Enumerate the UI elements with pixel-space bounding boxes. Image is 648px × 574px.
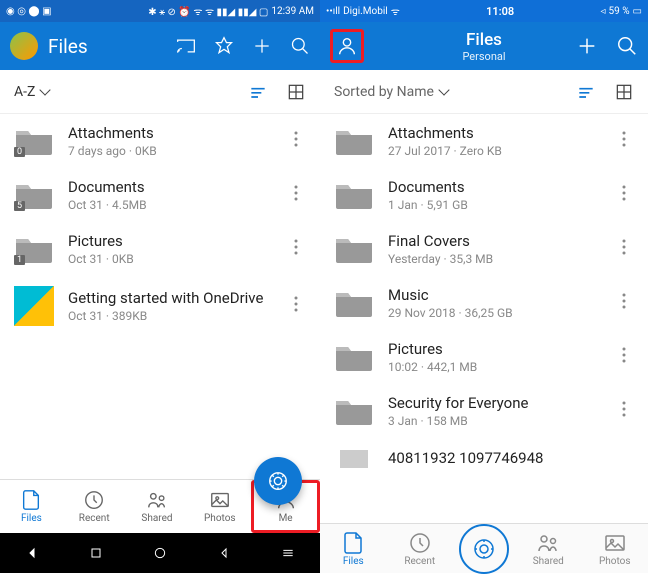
chevron-down-icon bbox=[438, 84, 449, 95]
list-item[interactable]: Pictures10:02 · 442,1 MB bbox=[320, 330, 648, 384]
tab-recent[interactable]: Recent bbox=[63, 480, 126, 533]
more-icon[interactable] bbox=[614, 185, 634, 205]
app-header: Files Personal bbox=[320, 22, 648, 70]
account-button[interactable] bbox=[330, 29, 364, 63]
more-icon[interactable] bbox=[614, 347, 634, 367]
status-bar: ◉ ◎ ⬤ ▣ ✱ ⚹ ⊘ ⏰ ᯤ ᯤ ▮▮◢ ▮▮◢ ▢ 12:39 AM bbox=[0, 0, 320, 22]
folder-icon bbox=[334, 287, 374, 319]
folder-icon: 5 bbox=[14, 179, 54, 211]
more-icon[interactable] bbox=[286, 131, 306, 151]
time: 11:08 bbox=[486, 5, 514, 18]
list-item[interactable]: Attachments27 Jul 2017 · Zero KB bbox=[320, 114, 648, 168]
nav-home-icon[interactable] bbox=[152, 545, 168, 561]
camera-button[interactable] bbox=[459, 524, 509, 574]
android-navbar bbox=[0, 533, 320, 573]
header-title: Files bbox=[462, 30, 505, 50]
file-list: Attachments27 Jul 2017 · Zero KB Documen… bbox=[320, 114, 648, 523]
sort-lines-icon[interactable] bbox=[248, 82, 268, 102]
list-item[interactable]: Documents1 Jan · 5,91 GB bbox=[320, 168, 648, 222]
grid-view-icon[interactable] bbox=[614, 82, 634, 102]
nav-recents-icon[interactable] bbox=[88, 545, 104, 561]
list-item[interactable]: 1 PicturesOct 31 · 0KB bbox=[0, 222, 320, 276]
app-header: Files bbox=[0, 22, 320, 70]
tab-files[interactable]: Files bbox=[0, 480, 63, 533]
more-icon[interactable] bbox=[286, 185, 306, 205]
list-item[interactable]: 0 Attachments 7 days ago · 0KB bbox=[0, 114, 320, 168]
folder-icon: 1 bbox=[14, 233, 54, 265]
list-item[interactable]: Security for Everyone3 Jan · 158 MB bbox=[320, 384, 648, 438]
sort-bar: Sorted by Name bbox=[320, 70, 648, 114]
status-right: ✱ ⚹ ⊘ ⏰ ᯤ ᯤ ▮▮◢ ▮▮◢ ▢ 12:39 AM bbox=[148, 4, 314, 18]
bottom-tabs: Files Recent Shared Photos bbox=[320, 523, 648, 573]
more-icon[interactable] bbox=[614, 131, 634, 151]
nav-menu-icon[interactable] bbox=[280, 545, 296, 561]
folder-icon: 0 bbox=[14, 125, 54, 157]
nav-back2-icon[interactable] bbox=[216, 545, 232, 561]
plus-icon[interactable] bbox=[576, 35, 598, 57]
tab-shared[interactable]: Shared bbox=[126, 480, 189, 533]
list-item[interactable]: 40811932 1097746948 bbox=[320, 438, 648, 468]
header-subtitle: Personal bbox=[462, 50, 505, 63]
chevron-down-icon bbox=[40, 84, 51, 95]
sort-bar: A-Z bbox=[0, 70, 320, 114]
item-name: Attachments bbox=[68, 124, 272, 142]
premium-icon[interactable] bbox=[214, 36, 234, 56]
camera-fab[interactable] bbox=[254, 457, 302, 505]
sort-dropdown[interactable]: Sorted by Name bbox=[334, 84, 566, 100]
tab-recent[interactable]: Recent bbox=[387, 531, 454, 567]
list-item[interactable]: Music29 Nov 2018 · 36,25 GB bbox=[320, 276, 648, 330]
more-icon[interactable] bbox=[614, 239, 634, 259]
folder-icon bbox=[334, 341, 374, 373]
more-icon[interactable] bbox=[286, 239, 306, 259]
more-icon[interactable] bbox=[614, 401, 634, 421]
folder-icon bbox=[334, 233, 374, 265]
cast-icon[interactable] bbox=[176, 36, 196, 56]
android-phone: ◉ ◎ ⬤ ▣ ✱ ⚹ ⊘ ⏰ ᯤ ᯤ ▮▮◢ ▮▮◢ ▢ 12:39 AM F… bbox=[0, 0, 320, 573]
tab-photos[interactable]: Photos bbox=[188, 480, 251, 533]
file-list: 0 Attachments 7 days ago · 0KB 5 Document… bbox=[0, 114, 320, 479]
list-item[interactable]: Getting started with OneDriveOct 31 · 38… bbox=[0, 276, 320, 336]
search-icon[interactable] bbox=[616, 35, 638, 57]
tab-photos[interactable]: Photos bbox=[582, 531, 648, 567]
tab-shared[interactable]: Shared bbox=[515, 531, 582, 567]
file-thumbnail bbox=[14, 286, 54, 326]
folder-icon bbox=[334, 125, 374, 157]
more-icon[interactable] bbox=[614, 293, 634, 313]
list-item[interactable]: Final CoversYesterday · 35,3 MB bbox=[320, 222, 648, 276]
ios-phone: ••ıllDigi.Mobilᯤ 11:08 ◃59 %▭ Files Pers… bbox=[320, 0, 648, 573]
search-icon[interactable] bbox=[290, 36, 310, 56]
status-left: ◉ ◎ ⬤ ▣ bbox=[6, 6, 52, 17]
grid-view-icon[interactable] bbox=[286, 82, 306, 102]
file-icon bbox=[334, 448, 374, 468]
sort-dropdown[interactable]: A-Z bbox=[14, 84, 238, 100]
status-bar: ••ıllDigi.Mobilᯤ 11:08 ◃59 %▭ bbox=[320, 0, 648, 22]
plus-icon[interactable] bbox=[252, 36, 272, 56]
list-item[interactable]: 5 DocumentsOct 31 · 4.5MB bbox=[0, 168, 320, 222]
tab-files[interactable]: Files bbox=[320, 531, 387, 567]
sort-lines-icon[interactable] bbox=[576, 82, 596, 102]
folder-icon bbox=[334, 179, 374, 211]
more-icon[interactable] bbox=[286, 296, 306, 316]
header-title: Files bbox=[48, 35, 176, 58]
avatar[interactable] bbox=[10, 32, 38, 60]
time: 12:39 AM bbox=[271, 6, 314, 17]
nav-back-icon[interactable] bbox=[24, 545, 40, 561]
item-meta: 7 days ago · 0KB bbox=[68, 144, 272, 158]
folder-icon bbox=[334, 395, 374, 427]
